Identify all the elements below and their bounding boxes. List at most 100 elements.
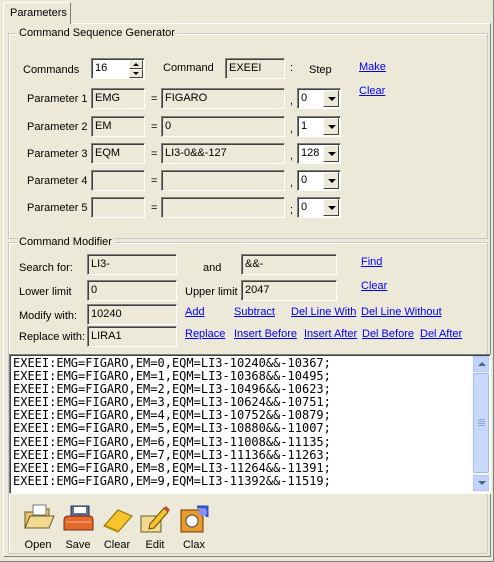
step-select[interactable]: 0 <box>297 88 341 109</box>
lower-limit-label: Lower limit <box>19 286 72 298</box>
search-for-label: Search for: <box>19 262 73 274</box>
open-button[interactable]: Open <box>18 504 58 551</box>
open-label: Open <box>24 539 52 551</box>
tab-parameters[interactable]: Parameters <box>3 2 71 24</box>
and-label: and <box>203 262 222 274</box>
command-field[interactable]: EXEEI <box>225 58 285 79</box>
save-icon <box>61 504 95 534</box>
del-line-with-link[interactable]: Del Line With <box>291 306 356 318</box>
parameter-value-field[interactable] <box>161 170 285 191</box>
output-lines: EXEEI:EMG=FIGARO,EM=0,EQM=LI3-10240&&-10… <box>13 356 331 488</box>
insert-before-link[interactable]: Insert Before <box>234 328 297 340</box>
equals-sign: = <box>151 148 158 160</box>
group-title: Command Sequence Generator <box>17 27 177 39</box>
spin-down-icon[interactable] <box>129 69 143 78</box>
command-value: EXEEI <box>229 62 262 74</box>
output-textarea[interactable]: EXEEI:EMG=FIGARO,EM=0,EQM=LI3-10240&&-10… <box>9 354 491 494</box>
replace-value: LIRA1 <box>91 330 122 342</box>
output-line: EXEEI:EMG=FIGARO,EM=7,EQM=LI3-11136&&-11… <box>13 447 331 462</box>
del-before-link[interactable]: Del Before <box>362 328 414 340</box>
upper-limit-field[interactable]: 2047 <box>241 280 337 301</box>
open-folder-icon <box>21 504 55 534</box>
chevron-down-icon[interactable] <box>323 172 339 189</box>
command-sequence-generator-group: Command Sequence Generator Commands 16 C… <box>8 27 488 239</box>
vertical-scrollbar[interactable] <box>473 356 489 492</box>
scroll-thumb[interactable] <box>473 373 489 473</box>
edit-label: Edit <box>145 539 165 551</box>
step-select[interactable]: 1 <box>297 116 341 137</box>
step-value: 0 <box>301 201 308 213</box>
parameter-name-field[interactable] <box>91 170 145 191</box>
upper-limit-value: 2047 <box>245 284 270 296</box>
parameter-value: FIGARO <box>165 92 208 104</box>
output-line: EXEEI:EMG=FIGARO,EM=6,EQM=LI3-11008&&-11… <box>13 434 331 449</box>
chevron-down-icon[interactable] <box>323 90 339 107</box>
clear-modifier-link[interactable]: Clear <box>361 280 387 292</box>
make-link[interactable]: Make <box>359 61 386 73</box>
parameter-name-value: EMG <box>95 92 121 104</box>
scroll-down-icon[interactable] <box>473 475 489 491</box>
command-colon: : <box>290 62 294 74</box>
upper-limit-label: Upper limit <box>185 286 238 298</box>
replace-with-label: Replace with: <box>19 331 86 343</box>
find-link[interactable]: Find <box>361 256 382 268</box>
clear-button[interactable]: Clear <box>97 504 137 551</box>
parameter-value: LI3-0&&-127 <box>165 147 227 159</box>
parameter-name-field[interactable]: EM <box>91 116 145 137</box>
replace-link[interactable]: Replace <box>185 328 225 340</box>
del-after-link[interactable]: Del After <box>420 328 462 340</box>
step-select[interactable]: 0 <box>297 170 341 191</box>
chevron-down-icon[interactable] <box>323 199 339 216</box>
separator: , <box>290 177 294 189</box>
parameter-value-field[interactable] <box>161 197 285 218</box>
equals-sign: = <box>151 202 158 214</box>
step-value: 0 <box>301 92 308 104</box>
parameter-name-field[interactable]: EQM <box>91 143 145 164</box>
parameter-label: Parameter 3 <box>27 148 88 160</box>
parameter-name-value: EM <box>95 120 112 132</box>
save-button[interactable]: Save <box>58 504 98 551</box>
edit-button[interactable]: Edit <box>135 504 175 551</box>
equals-sign: = <box>151 175 158 187</box>
output-line: EXEEI:EMG=FIGARO,EM=5,EQM=LI3-10880&&-11… <box>13 421 331 436</box>
parameter-name-field[interactable] <box>91 197 145 218</box>
chevron-down-icon[interactable] <box>323 145 339 162</box>
separator: ; <box>290 204 294 216</box>
clear-link[interactable]: Clear <box>359 85 385 97</box>
parameter-name-field[interactable]: EMG <box>91 88 145 109</box>
replace-with-field[interactable]: LIRA1 <box>87 326 177 347</box>
parameter-value-field[interactable]: LI3-0&&-127 <box>161 143 285 164</box>
commands-label: Commands <box>23 64 80 76</box>
insert-after-link[interactable]: Insert After <box>304 328 357 340</box>
step-select[interactable]: 128 <box>297 143 341 164</box>
modify-with-field[interactable]: 10240 <box>87 304 177 325</box>
and-field[interactable]: &&- <box>241 254 337 275</box>
scroll-up-icon[interactable] <box>473 356 489 372</box>
output-line: EXEEI:EMG=FIGARO,EM=9,EQM=LI3-11392&&-11… <box>13 473 331 488</box>
commands-value: 16 <box>95 62 108 74</box>
clax-icon <box>177 504 211 534</box>
lower-limit-field[interactable]: 0 <box>87 280 177 301</box>
command-label: Command <box>163 62 214 74</box>
search-for-field[interactable]: LI3- <box>87 254 177 275</box>
parameter-label: Parameter 2 <box>27 121 88 133</box>
clax-button[interactable]: Clax <box>174 504 214 551</box>
tab-label: Parameters <box>10 7 67 19</box>
output-line: EXEEI:EMG=FIGARO,EM=8,EQM=LI3-11264&&-11… <box>13 460 331 475</box>
tab-panel: Command Sequence Generator Commands 16 C… <box>3 23 491 557</box>
del-line-without-link[interactable]: Del Line Without <box>361 306 442 318</box>
parameter-value-field[interactable]: 0 <box>161 116 285 137</box>
parameter-value-field[interactable]: FIGARO <box>161 88 285 109</box>
save-label: Save <box>65 539 91 551</box>
step-select[interactable]: 0 <box>297 197 341 218</box>
chevron-down-icon[interactable] <box>323 118 339 135</box>
subtract-link[interactable]: Subtract <box>234 306 275 318</box>
commands-spinner[interactable]: 16 <box>91 58 145 79</box>
add-link[interactable]: Add <box>185 306 205 318</box>
parameter-label: Parameter 4 <box>27 175 88 187</box>
step-value: 0 <box>301 174 308 186</box>
spin-up-icon[interactable] <box>129 60 143 69</box>
separator: , <box>290 95 294 107</box>
lower-limit-value: 0 <box>91 284 98 296</box>
step-value: 128 <box>301 147 320 159</box>
